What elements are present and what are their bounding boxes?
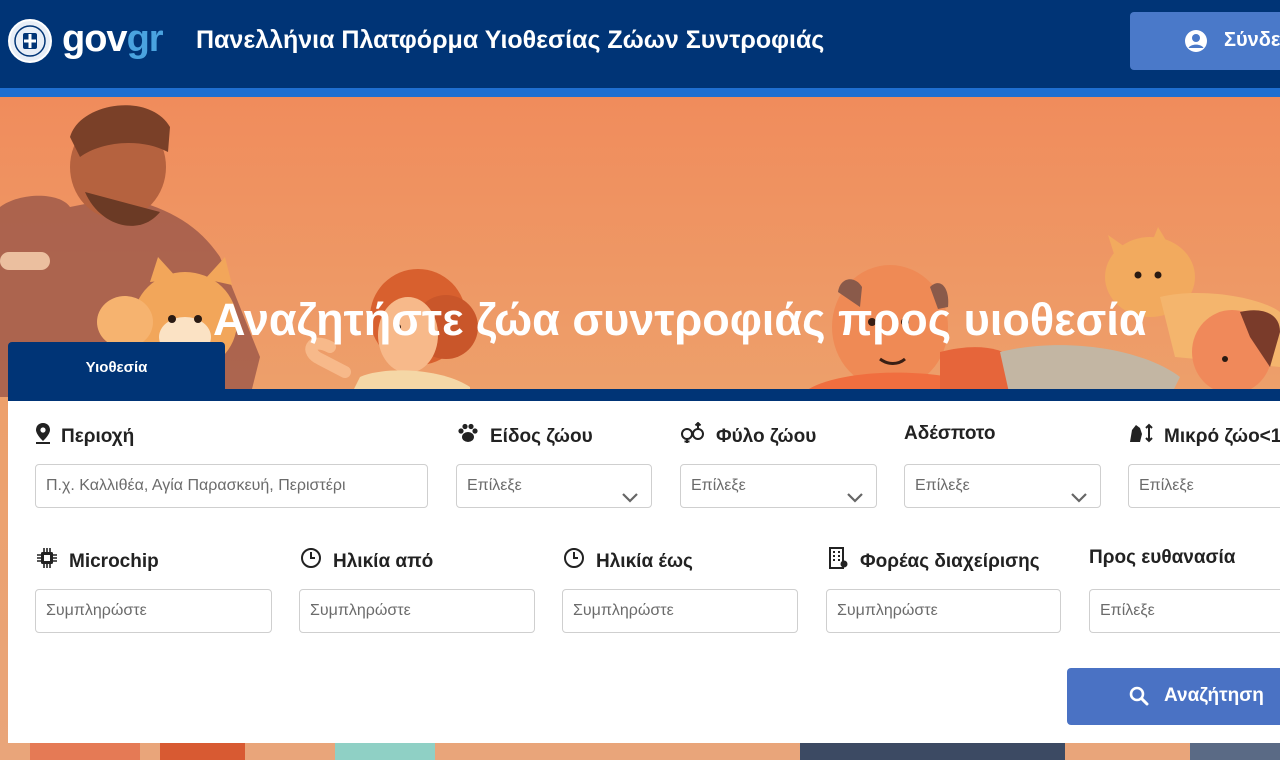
microchip-label-text: Microchip	[69, 550, 159, 572]
sex-label-text: Φύλο ζώου	[716, 425, 817, 447]
chevron-down-icon	[621, 479, 639, 507]
chevron-down-icon	[1070, 479, 1088, 507]
clock-icon	[299, 546, 333, 577]
tab-adoption[interactable]: Υιοθεσία	[8, 342, 225, 392]
panel-top-bar	[8, 389, 1280, 401]
age-to-input-placeholder: Συμπληρώστε	[573, 602, 674, 619]
site-header: govgr Πανελλήνια Πλατφόρμα Υιοθεσίας Ζώω…	[0, 0, 1280, 90]
logo-gr-text: gr	[126, 18, 164, 60]
clock-icon	[562, 546, 596, 577]
age-to-input[interactable]: Συμπληρώστε	[562, 589, 798, 633]
small-animal-label-text: Μικρό ζώο<1	[1164, 425, 1280, 447]
govgr-logo[interactable]: govgr	[62, 16, 164, 62]
search-button[interactable]: Αναζήτηση	[1067, 668, 1280, 725]
greek-emblem-icon	[8, 19, 52, 63]
area-input-placeholder: Π.χ. Καλλιθέα, Αγία Παρασκευή, Περιστέρι	[46, 477, 346, 494]
gender-icon	[680, 421, 716, 451]
euthanasia-label: Προς ευθανασία	[1089, 546, 1235, 570]
location-pin-icon	[35, 422, 61, 451]
sex-label: Φύλο ζώου	[680, 421, 817, 451]
microchip-label: Microchip	[35, 546, 159, 577]
login-label: Σύνδεση	[1224, 29, 1280, 51]
species-label-text: Είδος ζώου	[490, 425, 593, 447]
sex-select[interactable]: Επίλεξε	[680, 464, 877, 508]
agency-input[interactable]: Συμπληρώστε	[826, 589, 1061, 633]
stray-select-value: Επίλεξε	[915, 477, 970, 494]
chevron-down-icon	[846, 479, 864, 507]
building-icon	[826, 546, 860, 577]
site-title[interactable]: Πανελλήνια Πλατφόρμα Υιοθεσίας Ζώων Συντ…	[196, 24, 824, 56]
small-animal-select-value: Επίλεξε	[1139, 477, 1194, 494]
stray-select[interactable]: Επίλεξε	[904, 464, 1101, 508]
header-accent-stripe	[0, 88, 1280, 97]
species-select-value: Επίλεξε	[467, 477, 522, 494]
age-to-label-text: Ηλικία έως	[596, 550, 693, 572]
age-from-label-text: Ηλικία από	[333, 550, 434, 572]
chip-icon	[35, 546, 69, 577]
age-from-input-placeholder: Συμπληρώστε	[310, 602, 411, 619]
user-circle-icon	[1184, 29, 1208, 59]
euthanasia-select-value: Επίλεξε	[1100, 602, 1155, 619]
sex-select-value: Επίλεξε	[691, 477, 746, 494]
search-button-label: Αναζήτηση	[1164, 685, 1264, 706]
microchip-input-placeholder: Συμπληρώστε	[46, 602, 147, 619]
stray-label: Αδέσποτο	[904, 422, 995, 446]
area-label: Περιοχή	[35, 422, 134, 451]
agency-label-text: Φορέας διαχείρισης	[860, 550, 1040, 572]
small-animal-label: Μικρό ζώο<1	[1128, 422, 1280, 451]
microchip-input[interactable]: Συμπληρώστε	[35, 589, 272, 633]
hero-heading: Αναζητήστε ζώα συντροφιάς προς υιοθεσία	[213, 294, 1147, 345]
logo-gov-text: gov	[62, 18, 128, 60]
species-select[interactable]: Επίλεξε	[456, 464, 652, 508]
small-animal-select[interactable]: Επίλεξε	[1128, 464, 1280, 508]
area-input[interactable]: Π.χ. Καλλιθέα, Αγία Παρασκευή, Περιστέρι	[35, 464, 428, 508]
paw-icon	[456, 422, 490, 451]
species-label: Είδος ζώου	[456, 422, 593, 451]
login-button[interactable]: Σύνδεση	[1130, 12, 1280, 70]
animal-size-icon	[1128, 422, 1164, 451]
age-from-input[interactable]: Συμπληρώστε	[299, 589, 535, 633]
euthanasia-select[interactable]: Επίλεξε	[1089, 589, 1280, 633]
age-from-label: Ηλικία από	[299, 546, 433, 577]
stray-label-text: Αδέσποτο	[904, 423, 996, 444]
euthanasia-label-text: Προς ευθανασία	[1089, 547, 1236, 568]
agency-label: Φορέας διαχείρισης	[826, 546, 1040, 577]
area-label-text: Περιοχή	[61, 425, 135, 447]
agency-input-placeholder: Συμπληρώστε	[837, 602, 938, 619]
search-icon	[1129, 686, 1149, 712]
age-to-label: Ηλικία έως	[562, 546, 693, 577]
